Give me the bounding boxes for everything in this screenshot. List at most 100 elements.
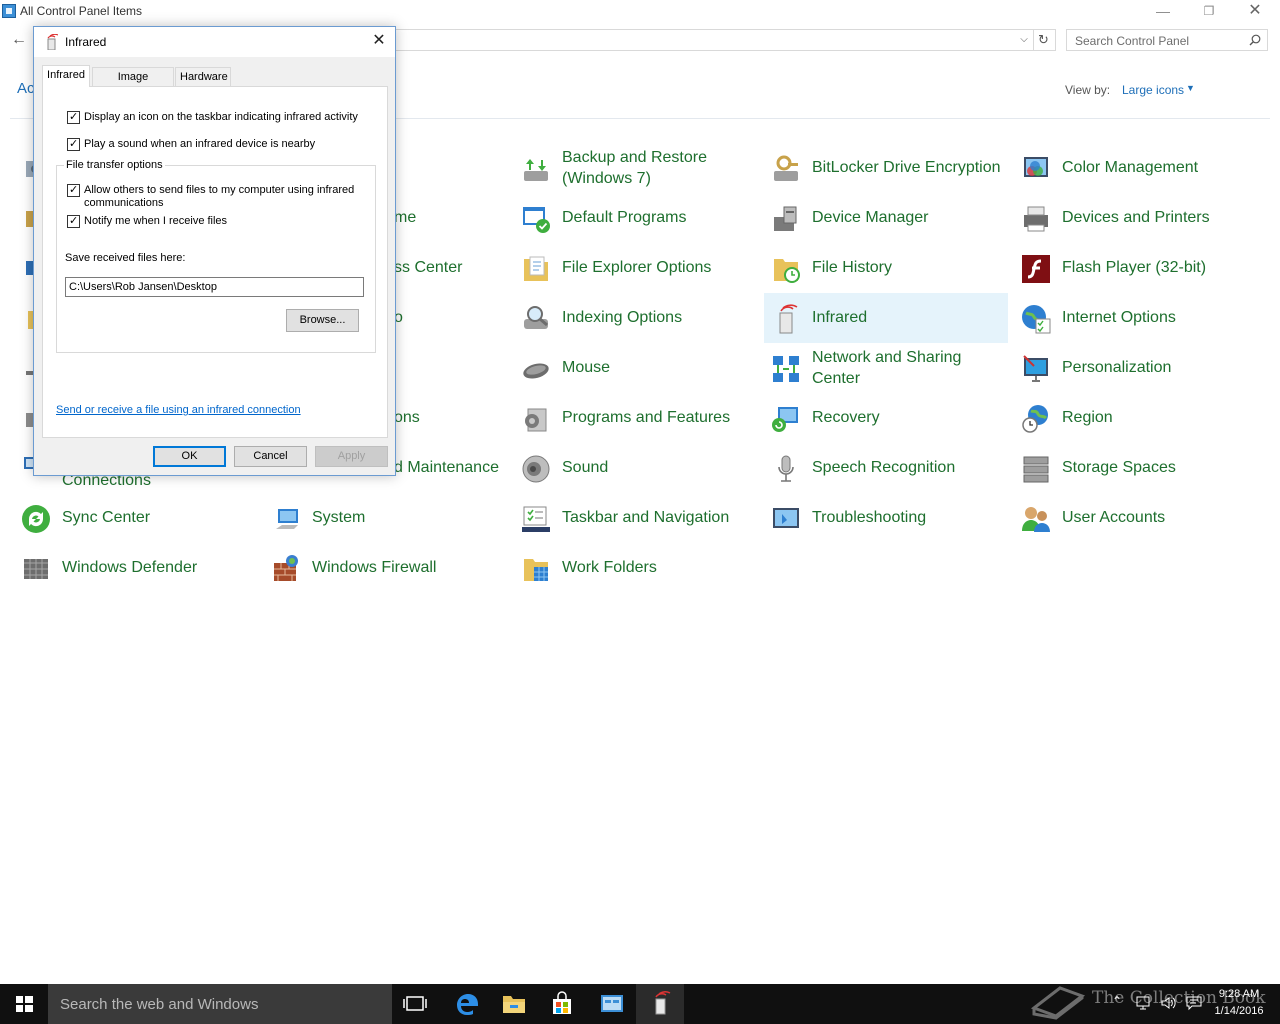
- cp-item-label: Taskbar and Navigation: [562, 509, 730, 526]
- clock-date[interactable]: 1/14/2016: [1210, 1005, 1268, 1017]
- dialog-titlebar: Infrared ✕: [34, 27, 395, 57]
- cp-item-device-manager[interactable]: Device Manager: [764, 193, 1008, 243]
- recovery-icon: [772, 407, 798, 432]
- cp-item-label: Indexing Options: [562, 309, 683, 326]
- taskbar-icon-checkbox[interactable]: [67, 110, 80, 124]
- cp-item-bitlocker[interactable]: BitLocker Drive Encryption: [764, 143, 1008, 193]
- cp-item-label: Sync Center: [62, 509, 151, 526]
- cp-item-label: Programs and Features: [562, 409, 731, 426]
- cp-item-label: Windows Firewall: [312, 559, 437, 576]
- cp-item-backup-restore[interactable]: Backup and Restore (Windows 7): [514, 143, 758, 193]
- cp-item-sync-center[interactable]: Sync Center: [14, 493, 258, 543]
- programs-features-icon: [525, 408, 547, 432]
- cp-item-windows-defender[interactable]: Windows Defender: [14, 543, 258, 593]
- clock-time[interactable]: 9:28 AM: [1214, 988, 1264, 1000]
- cp-item-storage-spaces[interactable]: Storage Spaces: [1014, 443, 1258, 493]
- infrared-taskbar-icon[interactable]: [636, 984, 684, 1024]
- cp-item-system[interactable]: System: [264, 493, 508, 543]
- cp-item-user-accounts[interactable]: User Accounts: [1014, 493, 1258, 543]
- cp-item-mouse[interactable]: Mouse: [514, 343, 758, 393]
- personalization-icon: [1023, 355, 1048, 382]
- chevron-down-icon[interactable]: ⌵: [1017, 30, 1031, 50]
- notify-label: Notify me when I receive files: [84, 215, 228, 227]
- back-arrow-icon[interactable]: ←: [8, 30, 30, 52]
- task-view-icon[interactable]: [392, 984, 440, 1024]
- store-icon[interactable]: [538, 984, 586, 1024]
- search-icon: [1249, 34, 1261, 46]
- cp-item-label: File Explorer Options: [562, 259, 712, 276]
- control-panel-app-icon: [2, 4, 16, 18]
- apply-button[interactable]: Apply: [315, 446, 388, 467]
- search-input[interactable]: Search Control Panel: [1066, 29, 1268, 51]
- view-by-dropdown[interactable]: Large icons: [1122, 83, 1184, 97]
- cancel-button[interactable]: Cancel: [234, 446, 307, 467]
- cp-item-indexing-options[interactable]: Indexing Options: [514, 293, 758, 343]
- troubleshooting-icon: [773, 508, 799, 528]
- tab-infrared[interactable]: Infrared: [42, 65, 90, 87]
- refresh-icon[interactable]: ↻: [1033, 30, 1053, 50]
- cp-item-label: Backup and Restore (Windows 7): [562, 149, 707, 187]
- system-icon: [276, 509, 298, 529]
- windows-start-icon[interactable]: [0, 984, 48, 1024]
- tray-chevron-up-icon[interactable]: ⌃: [1112, 994, 1122, 1008]
- tab-image-transfer[interactable]: Image Transfer: [92, 67, 174, 101]
- cp-item-internet-options[interactable]: Internet Options: [1014, 293, 1258, 343]
- cp-item-color-management[interactable]: Color Management: [1014, 143, 1258, 193]
- user-accounts-icon: [1022, 507, 1050, 532]
- cp-item-default-programs[interactable]: Default Programs: [514, 193, 758, 243]
- action-center-icon[interactable]: [1186, 995, 1202, 1011]
- sound-checkbox[interactable]: [67, 137, 80, 151]
- control-panel-taskbar-icon[interactable]: [588, 984, 636, 1024]
- cp-item-infrared[interactable]: Infrared: [764, 293, 1008, 343]
- volume-icon[interactable]: [1160, 995, 1178, 1011]
- cp-item-file-history[interactable]: File History: [764, 243, 1008, 293]
- file-explorer-options-icon: [524, 256, 548, 281]
- cp-item-programs-features[interactable]: Programs and Features: [514, 393, 758, 443]
- cp-item-label: Recovery: [812, 409, 880, 426]
- default-programs-icon: [523, 207, 550, 233]
- file-explorer-icon[interactable]: [490, 984, 538, 1024]
- taskbar-search-input[interactable]: Search the web and Windows: [48, 984, 392, 1024]
- restore-icon[interactable]: ❐: [1186, 0, 1232, 24]
- storage-spaces-icon: [1023, 456, 1049, 483]
- minimize-icon[interactable]: —: [1140, 0, 1186, 24]
- control-panel-titlebar: All Control Panel Items — ❐ ✕: [0, 0, 1280, 24]
- cp-item-work-folders[interactable]: Work Folders: [514, 543, 758, 593]
- allow-files-checkbox[interactable]: [67, 183, 80, 197]
- save-location-label: Save received files here:: [65, 252, 186, 264]
- file-transfer-group-label: File transfer options: [64, 159, 165, 171]
- cp-item-region[interactable]: Region: [1014, 393, 1258, 443]
- windows-defender-icon: [24, 559, 48, 579]
- network-icon[interactable]: [1136, 995, 1152, 1011]
- cp-item-label: Color Management: [1062, 159, 1199, 176]
- internet-options-icon: [1022, 305, 1051, 334]
- cp-item-devices-printers[interactable]: Devices and Printers: [1014, 193, 1258, 243]
- close-window-icon[interactable]: ✕: [1232, 0, 1278, 24]
- cp-item-recovery[interactable]: Recovery: [764, 393, 1008, 443]
- windows-firewall-icon: [274, 555, 298, 581]
- cp-item-flash-player[interactable]: Flash Player (32-bit): [1014, 243, 1258, 293]
- cp-item-windows-firewall[interactable]: Windows Firewall: [264, 543, 508, 593]
- ok-button[interactable]: OK: [153, 446, 226, 467]
- notify-checkbox[interactable]: [67, 214, 80, 228]
- close-icon[interactable]: ✕: [366, 30, 392, 54]
- network-sharing-icon: [773, 356, 799, 382]
- cp-item-label: Infrared: [812, 309, 868, 326]
- cp-item-speech-recognition[interactable]: Speech Recognition: [764, 443, 1008, 493]
- send-receive-file-link[interactable]: Send or receive a file using an infrared…: [56, 404, 301, 416]
- cp-item-network-sharing[interactable]: Network and Sharing Center: [764, 343, 1008, 393]
- tab-hardware[interactable]: Hardware: [175, 67, 231, 87]
- edge-icon[interactable]: [442, 984, 490, 1024]
- browse-button[interactable]: Browse...: [286, 309, 359, 332]
- cp-item-label: BitLocker Drive Encryption: [812, 159, 1001, 176]
- save-location-input[interactable]: [65, 277, 364, 297]
- cp-item-label: Device Manager: [812, 209, 929, 226]
- cp-item-troubleshooting[interactable]: Troubleshooting: [764, 493, 1008, 543]
- cp-item-label: Work Folders: [562, 559, 657, 576]
- device-manager-icon: [774, 206, 797, 231]
- cp-item-personalization[interactable]: Personalization: [1014, 343, 1258, 393]
- cp-item-file-explorer-options[interactable]: File Explorer Options: [514, 243, 758, 293]
- cp-item-taskbar-navigation[interactable]: Taskbar and Navigation: [514, 493, 758, 543]
- view-by-chevron-icon[interactable]: ▼: [1186, 83, 1195, 93]
- cp-item-sound[interactable]: Sound: [514, 443, 758, 493]
